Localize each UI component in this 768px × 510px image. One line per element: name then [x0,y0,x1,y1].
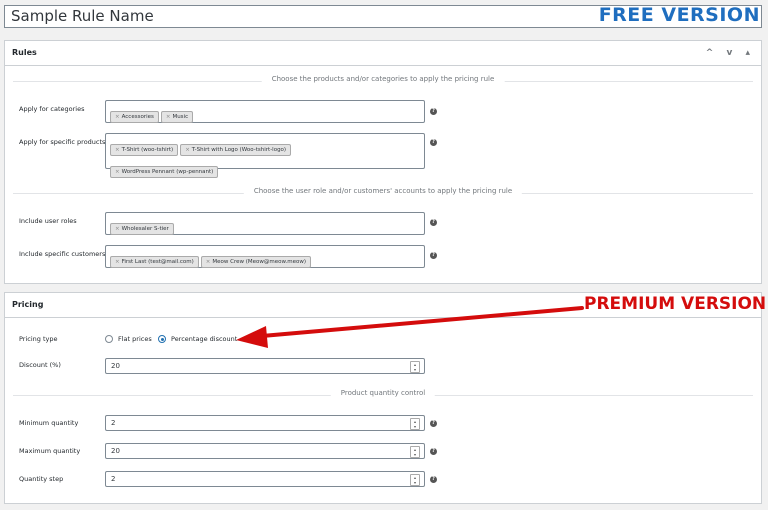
max-qty-input[interactable]: 20 ▴ ▾ [105,443,425,459]
help-icon[interactable]: ? [430,252,437,259]
remove-tag-icon[interactable]: × [115,169,120,175]
help-icon[interactable]: ? [430,420,437,427]
help-icon[interactable]: ? [430,139,437,146]
discount-value: 20 [111,362,120,370]
pricing-panel: Pricing Pricing type Flat prices Percent… [4,292,762,504]
remove-tag-icon[interactable]: × [166,114,171,120]
rules-panel: Rules ^ v ▴ Choose the products and/or c… [4,40,762,284]
customer-tag[interactable]: × Meow Crew (Meow@meow.meow) [200,256,311,268]
quantity-separator-text: Product quantity control [330,389,436,397]
products-select[interactable]: × T-Shirt (woo-tshirt) × T-Shirt with Logo … [105,133,425,178]
discount-label: Discount (%) [19,361,61,369]
flat-prices-label[interactable]: Flat prices [118,335,152,343]
remove-tag-icon[interactable]: × [115,147,120,153]
help-icon[interactable]: ? [430,448,437,455]
users-separator-text: Choose the user role and/or customers' a… [243,187,523,195]
help-icon[interactable]: ? [430,476,437,483]
pricing-type-label: Pricing type [19,335,58,343]
remove-tag-icon[interactable]: × [115,114,120,120]
remove-tag-icon[interactable]: × [206,259,211,265]
users-separator: Choose the user role and/or customers' a… [13,187,753,195]
percentage-discount-radio[interactable] [158,335,166,343]
help-icon[interactable]: ? [430,108,437,115]
categories-label: Apply for categories [19,105,85,113]
spinner-arrows-icon[interactable]: ▴ ▾ [410,474,420,486]
spinner-arrows-icon[interactable]: ▴ ▾ [410,361,420,373]
customer-tag[interactable]: × First Last (test@mail.com) [110,256,199,268]
products-label: Apply for specific products [19,138,106,146]
free-version-banner: FREE VERSION [598,4,760,26]
categories-select[interactable]: × Accessories × Music [105,100,425,123]
roles-select[interactable]: × Wholesaler S-tier [105,212,425,235]
category-tag[interactable]: × Accessories [110,111,159,123]
premium-version-banner: PREMIUM VERSION [584,294,767,314]
customers-label: Include specific customers [19,250,106,258]
flat-prices-radio[interactable] [105,335,113,343]
product-tag[interactable]: × T-Shirt (woo-tshirt) [110,144,179,156]
remove-tag-icon[interactable]: × [115,259,120,265]
product-tag[interactable]: × T-Shirt with Logo (Woo-tshirt-logo) [180,144,292,156]
panel-move-toggle-icons[interactable]: ^ v ▴ [706,41,755,65]
products-separator-text: Choose the products and/or categories to… [261,75,505,83]
spinner-arrows-icon[interactable]: ▴ ▾ [410,446,420,458]
qty-step-label: Quantity step [19,475,64,483]
min-qty-label: Minimum quantity [19,419,79,427]
rule-name-text: Sample Rule Name [11,7,154,25]
percentage-discount-label[interactable]: Percentage discount [171,335,237,343]
rules-panel-title: Rules [12,48,37,57]
remove-tag-icon[interactable]: × [115,226,120,232]
products-separator: Choose the products and/or categories to… [13,75,753,83]
quantity-separator: Product quantity control [13,389,753,397]
discount-input[interactable]: 20 ▴ ▾ [105,358,425,374]
min-qty-input[interactable]: 2 ▴ ▾ [105,415,425,431]
spinner-arrows-icon[interactable]: ▴ ▾ [410,418,420,430]
role-tag[interactable]: × Wholesaler S-tier [110,223,174,235]
min-qty-value: 2 [111,419,116,427]
rules-panel-header[interactable]: Rules ^ v ▴ [5,41,761,66]
roles-label: Include user roles [19,217,77,225]
max-qty-value: 20 [111,447,120,455]
remove-tag-icon[interactable]: × [185,147,190,153]
pricing-panel-title: Pricing [12,300,44,309]
customers-select[interactable]: × First Last (test@mail.com) × Meow Crew (M… [105,245,425,268]
max-qty-label: Maximum quantity [19,447,81,455]
category-tag[interactable]: × Music [160,111,194,123]
qty-step-input[interactable]: 2 ▴ ▾ [105,471,425,487]
qty-step-value: 2 [111,475,116,483]
product-tag[interactable]: × WordPress Pennant (wp-pennant) [110,166,219,178]
help-icon[interactable]: ? [430,219,437,226]
